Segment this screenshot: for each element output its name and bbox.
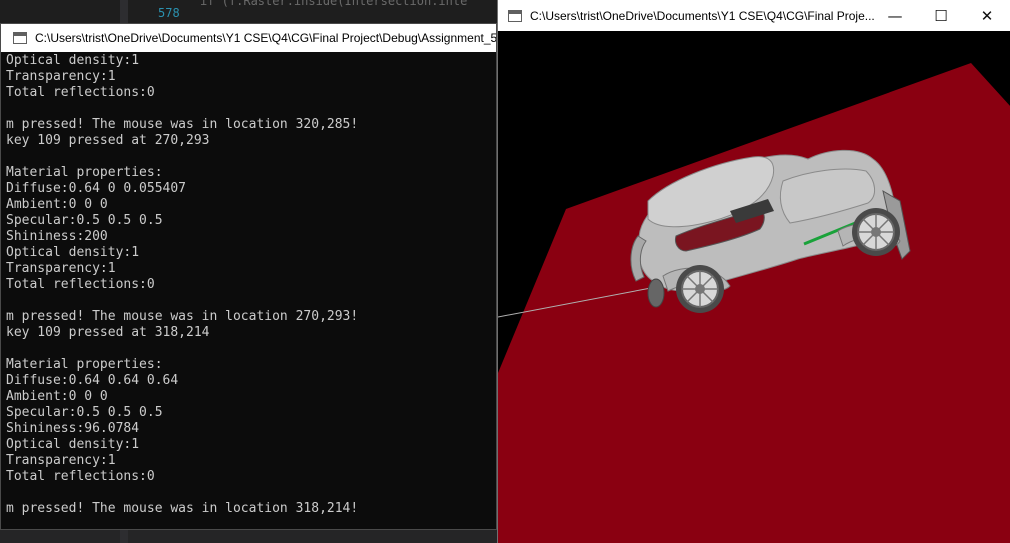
console-line: m pressed! The mouse was in location 270… — [6, 309, 359, 324]
console-line: Material properties: — [6, 357, 163, 372]
ground-plane — [498, 63, 1010, 543]
wheel-rear — [676, 265, 724, 313]
console-line: Ambient:0 0 0 — [6, 197, 108, 212]
console-line: Total reflections:0 — [6, 85, 155, 100]
console-line: Transparency:1 — [6, 261, 116, 276]
console-output[interactable]: Optical density:1 Transparency:1 Total ref… — [1, 52, 496, 517]
ide-gutter-bottom — [120, 530, 128, 543]
ide-code-line: if (f.Raster.inside(Intersection.inte — [200, 0, 468, 8]
minimize-button[interactable]: — — [872, 0, 918, 31]
console-line: Transparency:1 — [6, 453, 116, 468]
console-title: C:\Users\trist\OneDrive\Documents\Y1 CSE… — [35, 31, 496, 45]
wheel-rear-back — [647, 278, 665, 308]
close-button[interactable]: ✕ — [964, 0, 1010, 31]
console-line: Ambient:0 0 0 — [6, 389, 108, 404]
console-line: key 109 pressed at 318,214 — [6, 325, 210, 340]
console-app-icon — [13, 32, 27, 44]
console-line: m pressed! The mouse was in location 318… — [6, 501, 359, 516]
console-line: Shininess:200 — [6, 229, 108, 244]
wheel-front — [852, 208, 900, 256]
render-title: C:\Users\trist\OneDrive\Documents\Y1 CSE… — [530, 8, 875, 23]
render-window[interactable]: C:\Users\trist\OneDrive\Documents\Y1 CSE… — [497, 0, 1010, 543]
ide-bottom-strip — [0, 530, 497, 543]
console-line: Diffuse:0.64 0.64 0.64 — [6, 373, 179, 388]
render-titlebar[interactable]: C:\Users\trist\OneDrive\Documents\Y1 CSE… — [498, 0, 1010, 31]
console-line: Specular:0.5 0.5 0.5 — [6, 213, 163, 228]
render-viewport[interactable] — [498, 31, 1010, 543]
console-line: Optical density:1 — [6, 437, 140, 452]
console-line: Total reflections:0 — [6, 469, 155, 484]
app-window-icon — [508, 9, 522, 22]
maximize-button[interactable]: ☐ — [918, 0, 964, 31]
console-line: Shininess:96.0784 — [6, 421, 140, 436]
console-line: m pressed! The mouse was in location 320… — [6, 117, 359, 132]
console-line: Diffuse:0.64 0 0.055407 — [6, 181, 187, 196]
console-line: Specular:0.5 0.5 0.5 — [6, 405, 163, 420]
console-line: Optical density:1 — [6, 245, 140, 260]
console-line: Optical density:1 — [6, 53, 140, 68]
console-line: Transparency:1 — [6, 69, 116, 84]
console-titlebar[interactable]: C:\Users\trist\OneDrive\Documents\Y1 CSE… — [1, 24, 496, 52]
console-line: Total reflections:0 — [6, 277, 155, 292]
ide-line-number: 578 — [158, 6, 180, 20]
window-controls: — ☐ ✕ — [872, 0, 1010, 31]
console-line: key 109 pressed at 270,293 — [6, 133, 210, 148]
console-window[interactable]: C:\Users\trist\OneDrive\Documents\Y1 CSE… — [0, 23, 497, 530]
console-line: Material properties: — [6, 165, 163, 180]
